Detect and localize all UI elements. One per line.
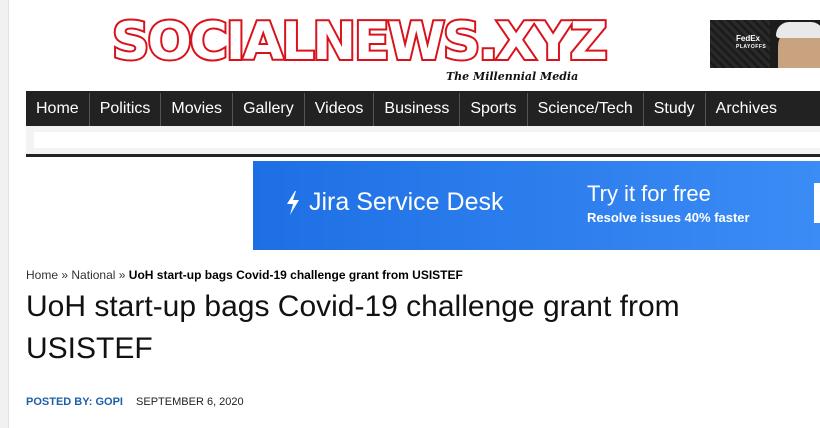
- main-nav: Home Politics Movies Gallery Videos Busi…: [26, 91, 820, 127]
- top-ad[interactable]: FedEx PLAYOFFS: [710, 20, 820, 68]
- post-date: SEPTEMBER 6, 2020: [136, 396, 244, 408]
- bolt-icon: [287, 190, 299, 215]
- sub-nav-bar: [26, 126, 820, 154]
- banner-edge: [814, 183, 820, 223]
- breadcrumb-home[interactable]: Home: [26, 268, 58, 282]
- breadcrumb-separator: »: [118, 268, 126, 282]
- article-byline: POSTED BY: GOPI SEPTEMBER 6, 2020: [26, 396, 244, 408]
- site-logo[interactable]: SOCIALNEWS.XYZ The Millennial Media: [110, 10, 610, 84]
- nav-item-videos[interactable]: Videos: [305, 93, 375, 127]
- ad-brand-line2: PLAYOFFS: [736, 44, 767, 50]
- breadcrumb: Home » National » UoH start-up bags Covi…: [26, 268, 463, 282]
- banner-brand-text: Jira Service Desk: [309, 188, 504, 216]
- nav-item-study[interactable]: Study: [644, 93, 706, 127]
- site-tagline: The Millennial Media: [446, 70, 579, 83]
- breadcrumb-current: UoH start-up bags Covid-19 challenge gra…: [128, 268, 463, 282]
- nav-item-archives[interactable]: Archives: [706, 93, 787, 127]
- breadcrumb-national[interactable]: National: [71, 268, 115, 282]
- nav-item-home[interactable]: Home: [26, 93, 90, 127]
- breadcrumb-separator: »: [61, 268, 69, 282]
- banner-subtext: Resolve issues 40% faster: [587, 210, 750, 225]
- article-title: UoH start-up bags Covid-19 challenge gra…: [26, 290, 680, 365]
- posted-by[interactable]: POSTED BY: GOPI: [26, 396, 123, 408]
- nav-item-movies[interactable]: Movies: [161, 93, 234, 127]
- nav-item-science-tech[interactable]: Science/Tech: [528, 93, 644, 127]
- nav-item-business[interactable]: Business: [374, 93, 461, 127]
- jira-ad-banner[interactable]: Jira Service Desk Try it for free Resolv…: [253, 161, 820, 250]
- ad-golfer-cap: [776, 22, 820, 38]
- site-logo-text: SOCIALNEWS.XYZ: [110, 10, 610, 74]
- nav-item-gallery[interactable]: Gallery: [233, 93, 305, 127]
- sub-nav-inner: [34, 132, 820, 148]
- header-divider: [26, 154, 820, 157]
- page-edge: [0, 0, 9, 428]
- ad-brand: FedEx PLAYOFFS: [736, 34, 766, 52]
- banner-brand: Jira Service Desk: [285, 188, 504, 217]
- nav-item-politics[interactable]: Politics: [90, 93, 162, 127]
- banner-cta[interactable]: Try it for free: [587, 181, 711, 207]
- ad-brand-line1: FedEx: [736, 34, 761, 43]
- nav-item-sports[interactable]: Sports: [460, 93, 528, 127]
